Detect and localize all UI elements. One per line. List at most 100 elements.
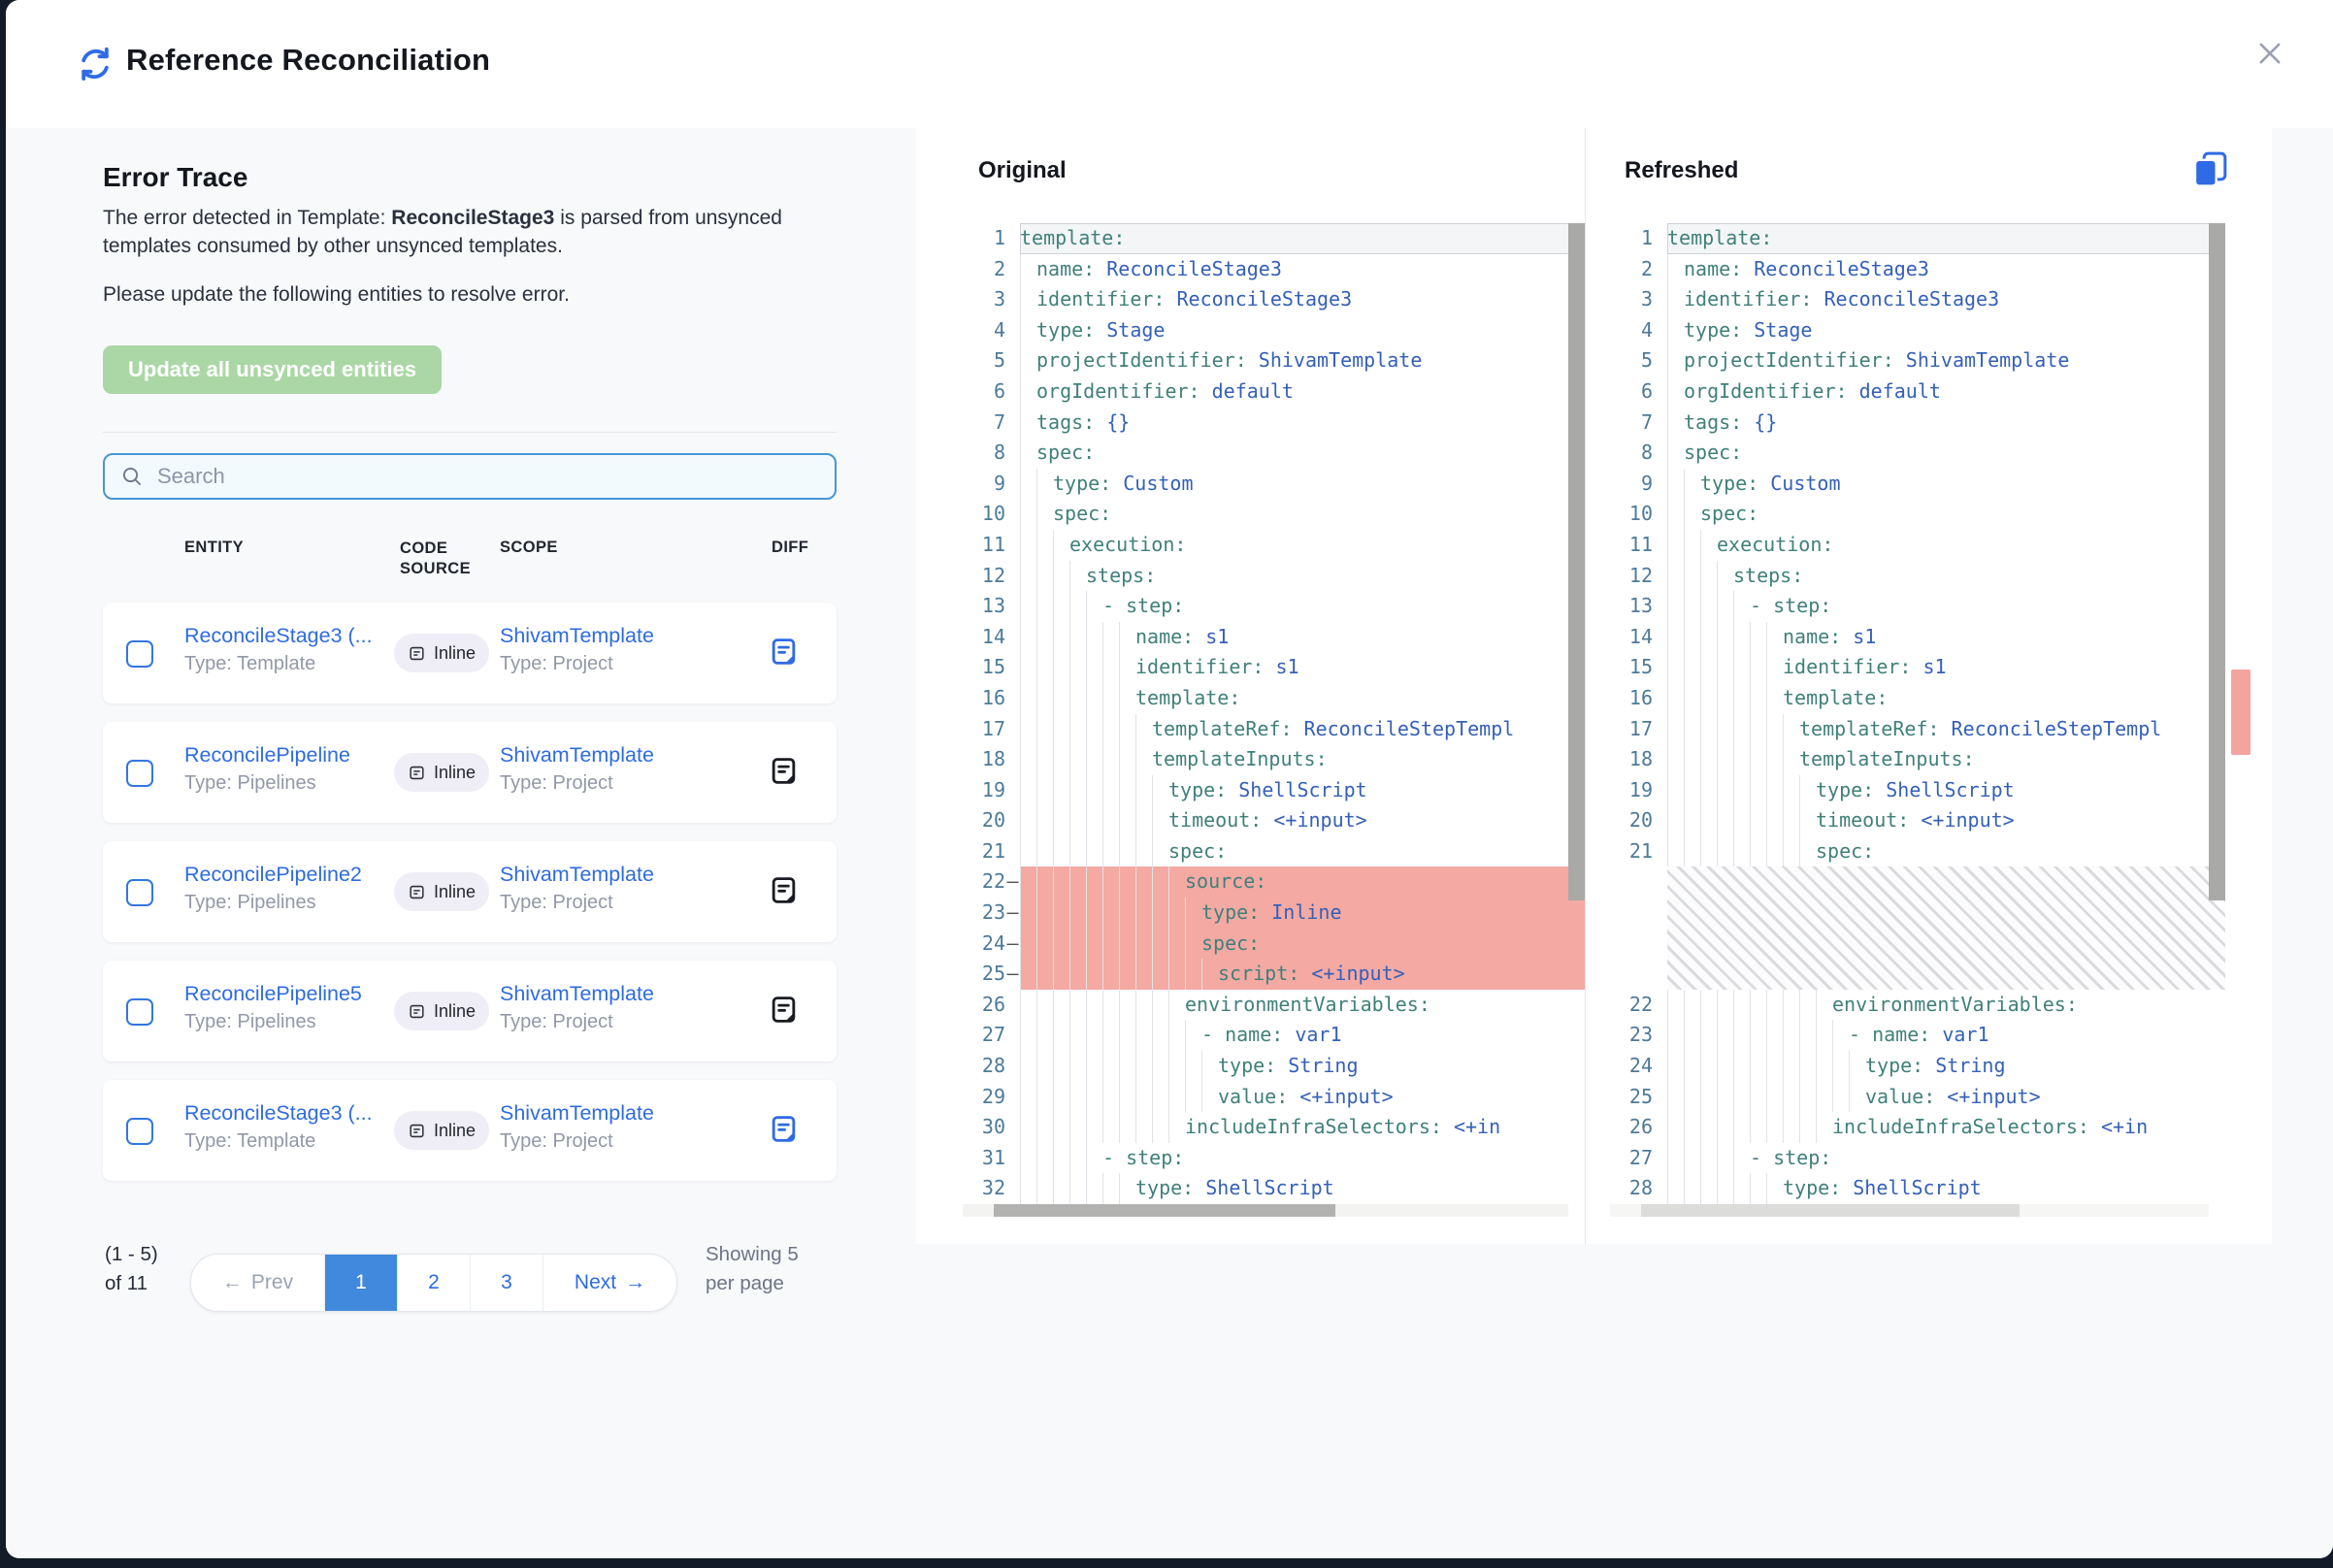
line-number: 2 [963,254,1005,285]
code-line: 5projectIdentifier: ShivamTemplate [1610,345,2225,376]
indent-guides [1667,499,1700,530]
horizontal-scrollbar[interactable] [1610,1204,2209,1217]
next-button[interactable]: Next→ [542,1255,676,1311]
entity-row: ReconcilePipeline Type: Pipelines Inline… [103,722,837,823]
entity-link[interactable]: ReconcileStage3 (... [184,624,373,648]
vertical-scrollbar[interactable] [2209,223,2225,1204]
yaml-value: {} [1095,408,1130,439]
scope-link[interactable]: ShivamTemplate [500,624,654,648]
inline-icon [408,883,426,901]
diff-marker [1005,714,1020,745]
yaml-key: orgIdentifier: [1036,376,1200,408]
yaml-value: ShellScript [1194,1173,1334,1204]
entity-link[interactable]: ReconcilePipeline [184,743,350,768]
diff-marker [1005,1082,1020,1113]
code-line: 10spec: [1610,499,2225,530]
horizontal-scrollbar[interactable] [963,1204,1568,1217]
indent-guides [1020,990,1185,1021]
diff-button[interactable] [769,637,799,671]
vertical-scrollbar[interactable] [1568,223,1585,1204]
diff-marker [1653,1143,1667,1174]
diff-gap [1667,866,2225,989]
row-checkbox[interactable] [126,998,153,1026]
line-number: 16 [963,683,1005,714]
row-checkbox[interactable] [126,640,153,668]
code-line: 16 template: [963,683,1585,714]
code-line: 16template: [1610,683,2225,714]
indent-guides [1020,898,1201,929]
code-line: 12steps: [963,561,1585,592]
indent-guides [1667,1020,1849,1051]
diff-button[interactable] [769,995,799,1029]
diff-marker [1005,775,1020,806]
diff-button[interactable] [769,875,799,910]
diff-marker [1005,408,1020,439]
line-number: 10 [963,499,1005,530]
page-button-2[interactable]: 2 [397,1255,470,1311]
indent-guides [1667,315,1684,346]
copy-icon[interactable] [2190,149,2229,188]
code-line: 27- step: [1610,1143,2225,1174]
row-checkbox[interactable] [126,879,153,906]
scope-type: Type: Project [500,892,613,914]
update-all-button[interactable]: Update all unsynced entities [103,345,442,394]
entity-list: ReconcileStage3 (... Type: Template Inli… [103,603,837,1181]
yaml-key: templateInputs: [1152,744,1328,775]
diff-file-icon [769,995,799,1025]
inline-icon [408,764,426,782]
scope-link[interactable]: ShivamTemplate [500,863,654,887]
search-input[interactable] [155,463,819,490]
yaml-value: ShellScript [1841,1173,1982,1204]
line-number: 19 [963,775,1005,806]
code-source-label: Inline [434,763,476,783]
prev-button[interactable]: ←Prev [191,1255,324,1311]
row-checkbox[interactable] [126,760,153,787]
code-line: 6orgIdentifier: default [1610,376,2225,408]
code-line: 24–spec: [963,929,1585,960]
line-number: 27 [1610,1143,1653,1174]
diff-marker [1005,345,1020,376]
indent-guides [1020,775,1168,806]
entity-link[interactable]: ReconcilePipeline5 [184,982,362,1006]
pagination: (1 - 5) of 11 ←Prev 123 Next→ Showing 5 … [103,1248,837,1345]
code-source-badge: Inline [394,992,489,1030]
row-checkbox[interactable] [126,1118,153,1145]
code-line: 20timeout: <+input> [1610,805,2225,836]
scope-link[interactable]: ShivamTemplate [500,1101,654,1126]
yaml-key: source: [1185,866,1266,898]
diff-marker [1005,622,1020,653]
indent-guides [1667,591,1750,622]
diff-button[interactable] [769,756,799,791]
indent-guides [1020,254,1036,285]
code-line: 7tags: {} [1610,408,2225,439]
scope-link[interactable]: ShivamTemplate [500,982,654,1006]
diff-marker [1005,652,1020,683]
yaml-value: Stage [1095,315,1165,346]
diff-marker [1005,1020,1020,1051]
diff-marker [1653,469,1667,500]
column-header-scope: SCOPE [500,539,558,557]
scope-link[interactable]: ShivamTemplate [500,743,654,768]
line-number: 22 [1610,990,1653,1021]
code-line: 30includeInfraSelectors: <+in [963,1112,1585,1143]
entity-link[interactable]: ReconcileStage3 (... [184,1101,373,1126]
page-button-1[interactable]: 1 [324,1255,397,1311]
yaml-value: s1 [1264,652,1298,683]
entity-link[interactable]: ReconcilePipeline2 [184,863,362,887]
yaml-value: s1 [1841,622,1876,653]
line-number: 29 [963,1082,1005,1113]
yaml-key: identifier: [1135,652,1264,683]
page-button-3[interactable]: 3 [470,1255,542,1311]
pagination-pill: ←Prev 123 Next→ [190,1254,677,1312]
entity-row: ReconcilePipeline2 Type: Pipelines Inlin… [103,841,837,942]
code-line: 13- step: [1610,591,2225,622]
panel-title-refreshed: Refreshed [1625,157,1738,184]
yaml-value: s1 [1911,652,1946,683]
yaml-key: type: [1865,1051,1923,1082]
yaml-key: template: [1135,683,1240,714]
diff-button[interactable] [769,1114,799,1149]
diff-marker [1653,223,1667,254]
close-icon[interactable] [2253,37,2286,70]
yaml-key: timeout: [1168,805,1262,836]
indent-guides [1020,438,1036,469]
